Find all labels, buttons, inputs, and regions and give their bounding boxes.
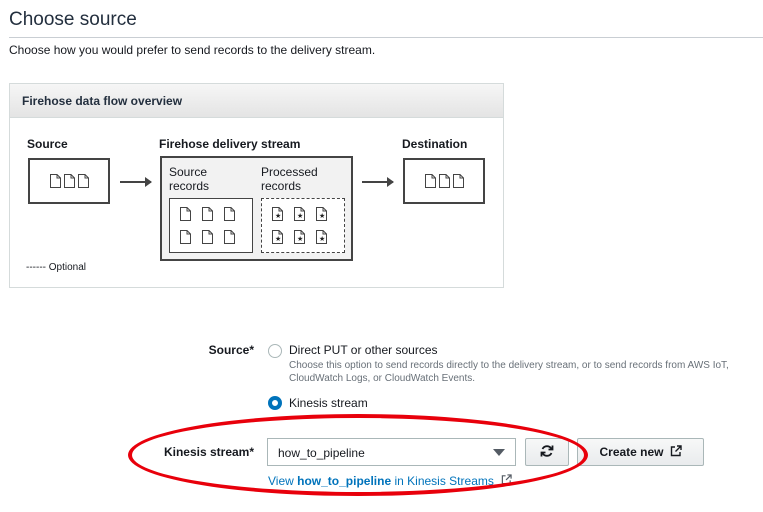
kinesis-stream-select-value: how_to_pipeline: [278, 446, 365, 460]
radio-direct-put-help: Choose this option to send records direc…: [289, 360, 729, 384]
svg-text:★: ★: [275, 235, 281, 243]
source-box: [28, 158, 110, 204]
data-flow-overview-panel: Firehose data flow overview Source Fireh…: [9, 83, 504, 288]
refresh-button[interactable]: [525, 438, 569, 466]
radio-direct-put-label[interactable]: Direct PUT or other sources: [289, 343, 438, 357]
processed-records-label: Processed records: [261, 165, 318, 193]
radio-kinesis-stream-label[interactable]: Kinesis stream: [289, 396, 368, 410]
radio-kinesis-stream[interactable]: [268, 396, 282, 410]
overview-header: Firehose data flow overview: [10, 84, 503, 118]
destination-box: [403, 158, 485, 204]
processed-document-icon: ★: [316, 207, 327, 221]
destination-label: Destination: [402, 137, 468, 151]
processed-document-icon: ★: [272, 229, 283, 244]
optional-legend: ------ Optional: [26, 262, 87, 273]
caret-down-icon: [493, 449, 505, 456]
svg-text:★: ★: [319, 212, 325, 220]
document-icon: [452, 174, 464, 188]
stream-label: Firehose delivery stream: [159, 137, 301, 151]
create-new-button[interactable]: Create new: [577, 438, 704, 466]
document-icon: [202, 229, 213, 244]
svg-text:★: ★: [297, 235, 303, 243]
document-icon: [202, 207, 213, 221]
source-records-box: [169, 198, 253, 253]
source-label: Source: [27, 137, 68, 151]
kinesis-stream-field-label: Kinesis stream*: [163, 445, 254, 459]
processed-document-icon: ★: [294, 229, 305, 244]
page-title: Choose source: [9, 9, 137, 30]
document-icon: [438, 174, 450, 188]
processed-document-icon: ★: [294, 207, 305, 221]
document-icon: [49, 174, 61, 188]
processed-records-box: ★ ★ ★ ★ ★ ★: [261, 198, 345, 253]
processed-document-icon: ★: [316, 229, 327, 244]
page-description: Choose how you would prefer to send reco…: [9, 43, 376, 57]
processed-document-icon: ★: [272, 207, 283, 221]
document-icon: [180, 229, 191, 244]
kinesis-stream-select[interactable]: how_to_pipeline: [267, 438, 516, 466]
refresh-icon: [540, 444, 554, 461]
arrow-icon: [362, 177, 394, 187]
title-divider: [9, 37, 763, 38]
source-field-label: Source*: [208, 343, 254, 357]
svg-text:★: ★: [297, 212, 303, 220]
svg-text:★: ★: [275, 212, 281, 220]
document-icon: [180, 207, 191, 221]
radio-direct-put[interactable]: [268, 344, 282, 358]
delivery-stream-box: Source records Processed records ★ ★ ★ ★ ★…: [160, 156, 353, 261]
external-link-icon: [670, 444, 682, 460]
create-new-label: Create new: [599, 445, 664, 459]
arrow-icon: [120, 177, 152, 187]
document-icon: [77, 174, 89, 188]
view-in-kinesis-link[interactable]: View how_to_pipeline in Kinesis Streams: [268, 474, 512, 488]
source-records-label: Source records: [169, 165, 210, 193]
document-icon: [224, 207, 235, 221]
document-icon: [424, 174, 436, 188]
svg-text:★: ★: [319, 235, 325, 243]
external-link-icon: [501, 474, 512, 488]
document-icon: [224, 229, 235, 244]
document-icon: [63, 174, 75, 188]
